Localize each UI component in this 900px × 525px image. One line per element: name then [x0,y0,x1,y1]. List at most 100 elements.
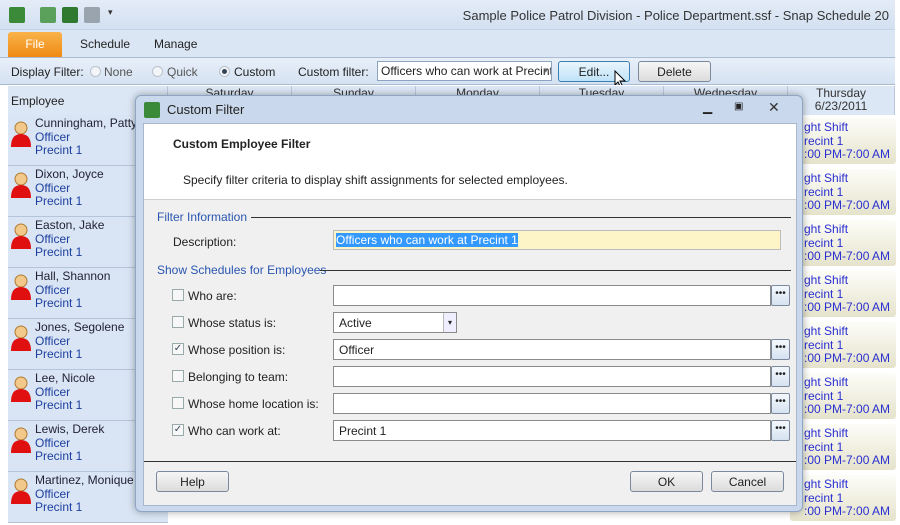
custom-filter-dialog: Custom Filter ▁ ▣ ✕ Custom Employee Filt… [135,95,803,512]
shift-text: ght Shift [804,120,849,134]
dialog-heading: Custom Employee Filter [173,137,311,151]
shift-cell[interactable]: ght Shift recint 1:00 PM-7:00 AM [790,373,896,419]
minimize-button[interactable]: ▁ [703,100,712,114]
browse-button[interactable]: ••• [771,339,790,360]
criteria-checkbox[interactable] [172,397,184,409]
criteria-label: Whose status is: [188,316,277,330]
divider [144,461,796,462]
shift-cell[interactable]: ght Shift recint 1:00 PM-7:00 AM [790,475,896,521]
criteria-checkbox[interactable] [172,370,184,382]
app-icon [9,7,25,23]
print-icon[interactable] [84,7,100,23]
title-bar: ▾ Sample Police Patrol Division - Police… [0,0,895,30]
criteria-value: Officer [339,343,375,357]
criteria-label: Belonging to team: [188,370,289,384]
criteria-input[interactable]: Officer [333,339,771,360]
criteria-label: Who can work at: [188,424,281,438]
dialog-header: Custom Employee Filter Specify filter cr… [144,124,796,200]
avatar-icon [10,273,32,301]
shift-text: :00 PM-7:00 AM [804,147,891,161]
shift-text: ght Shift [804,273,849,287]
criteria-input[interactable]: Precint 1 [333,420,771,441]
radio-custom[interactable] [219,66,230,77]
avatar-icon [10,222,32,250]
shift-text: recint 1 [804,439,844,454]
radio-none[interactable] [90,66,101,77]
shift-text: ght Shift [804,375,849,389]
criteria-value: Precint 1 [339,424,387,438]
divider [251,217,791,218]
display-filter-label: Display Filter: [11,65,84,79]
show-schedules-label: Show Schedules for Employees [157,263,327,277]
shift-text: recint 1 [804,286,844,301]
shift-text: :00 PM-7:00 AM [804,300,891,314]
close-button[interactable]: ✕ [768,99,780,116]
maximize-button[interactable]: ▣ [734,101,743,112]
radio-quick-label[interactable]: Quick [167,65,198,79]
criteria-label: Whose home location is: [188,397,319,411]
avatar-icon [10,426,32,454]
dialog-title: Custom Filter [167,102,245,117]
shift-cell[interactable]: ght Shift recint 1:00 PM-7:00 AM [790,118,896,164]
shift-text: recint 1 [804,337,844,352]
custom-filter-label: Custom filter: [298,65,369,79]
shift-text: :00 PM-7:00 AM [804,504,891,518]
custom-filter-select[interactable]: Officers who can work at Precint ▾ [377,61,552,81]
shift-text: recint 1 [804,133,844,148]
radio-none-label[interactable]: None [104,65,133,79]
customize-dropdown-icon[interactable]: ▾ [108,7,116,23]
shift-cell[interactable]: ght Shift recint 1:00 PM-7:00 AM [790,271,896,317]
shift-text: :00 PM-7:00 AM [804,402,891,416]
status-value: Active [339,316,372,330]
refresh-icon[interactable] [40,7,56,23]
description-value: Officers who can work at Precint 1 [336,233,518,247]
description-label: Description: [173,235,237,249]
browse-button[interactable]: ••• [771,285,790,306]
criteria-checkbox[interactable] [172,316,184,328]
chevron-down-icon: ▾ [543,65,548,75]
shift-cell[interactable]: ght Shift recint 1:00 PM-7:00 AM [790,169,896,215]
status-select[interactable]: Active ▾ [333,312,457,333]
ribbon-tabs: File Schedule Manage [0,30,895,58]
avatar-icon [10,477,32,505]
shift-text: recint 1 [804,490,844,505]
copy-icon[interactable] [62,7,78,23]
shift-text: ght Shift [804,426,849,440]
help-button[interactable]: Help [156,471,229,492]
shift-text: ght Shift [804,222,849,236]
shift-cell[interactable]: ght Shift recint 1:00 PM-7:00 AM [790,322,896,368]
avatar-icon [10,120,32,148]
cancel-button[interactable]: Cancel [711,471,784,492]
tab-file[interactable]: File [8,32,62,57]
ok-button[interactable]: OK [630,471,703,492]
criteria-checkbox[interactable]: ✓ [172,343,184,355]
avatar-icon [10,171,32,199]
description-input[interactable]: Officers who can work at Precint 1 [333,230,781,250]
avatar-icon [10,324,32,352]
radio-custom-label[interactable]: Custom [234,65,275,79]
criteria-checkbox[interactable]: ✓ [172,424,184,436]
criteria-checkbox[interactable] [172,289,184,301]
divider [320,270,791,271]
delete-button[interactable]: Delete [638,61,711,82]
radio-quick[interactable] [152,66,163,77]
shift-text: :00 PM-7:00 AM [804,453,891,467]
shift-text: :00 PM-7:00 AM [804,351,891,365]
browse-button[interactable]: ••• [771,366,790,387]
browse-button[interactable]: ••• [771,420,790,441]
shift-cell[interactable]: ght Shift recint 1:00 PM-7:00 AM [790,424,896,470]
dialog-description: Specify filter criteria to display shift… [183,173,568,187]
avatar-icon [10,375,32,403]
day-header-thursday[interactable]: Thursday 6/23/2011 [788,86,895,115]
shift-cell[interactable]: ght Shift recint 1:00 PM-7:00 AM [790,220,896,266]
browse-button[interactable]: ••• [771,393,790,414]
shift-text: ght Shift [804,477,849,491]
criteria-input[interactable] [333,285,771,306]
criteria-input[interactable] [333,393,771,414]
day-date: 6/23/2011 [814,99,868,113]
criteria-label: Who are: [188,289,237,303]
shift-text: ght Shift [804,171,849,185]
criteria-input[interactable] [333,366,771,387]
shift-text: ght Shift [804,324,849,338]
tab-manage[interactable]: Manage [136,32,215,57]
